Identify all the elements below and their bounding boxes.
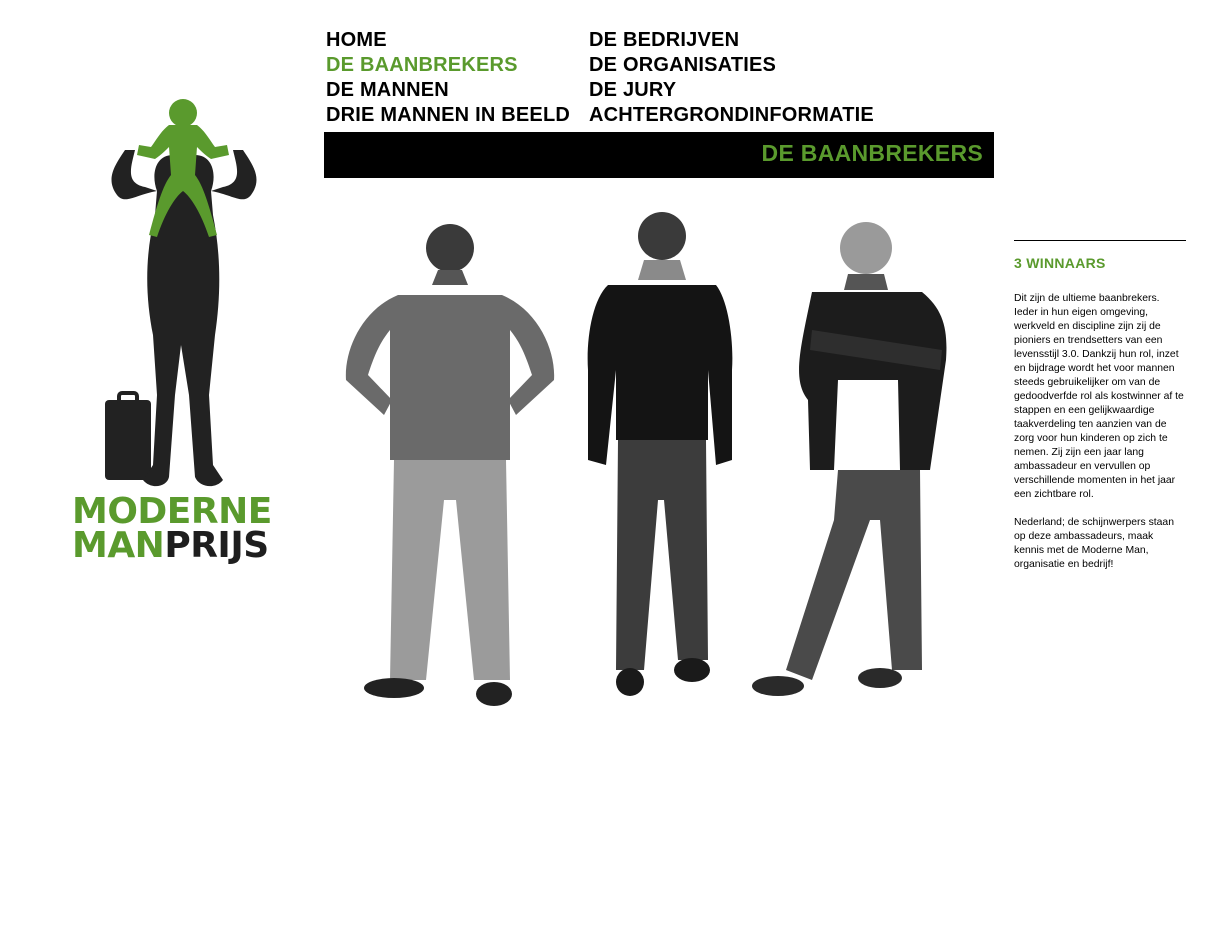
sidebar-paragraph-2: Nederland; de schijnwerpers staan op dez…: [1014, 517, 1174, 570]
nav-de-organisaties[interactable]: DE ORGANISATIES: [589, 53, 874, 78]
main-nav-column-1: HOME DE BAANBREKERS DE MANNEN DRIE MANNE…: [326, 28, 570, 128]
sidebar-paragraph-1: Dit zijn de ultieme baanbrekers. Ieder i…: [1014, 293, 1184, 500]
winners-photo: [330, 200, 970, 720]
logo-line1: MODERNE: [72, 491, 272, 532]
nav-drie-mannen-in-beeld[interactable]: DRIE MANNEN IN BEELD: [326, 103, 570, 128]
page-title: DE BAANBREKERS: [761, 140, 983, 166]
father-child-silhouette-icon: [105, 99, 257, 487]
person-photo-2: [587, 212, 733, 696]
logo-wordmark: MODERNE MANPRIJS: [72, 491, 272, 566]
nav-de-bedrijven[interactable]: DE BEDRIJVEN: [589, 28, 874, 53]
nav-achtergrondinformatie[interactable]: ACHTERGRONDINFORMATIE: [589, 103, 874, 128]
nav-de-mannen[interactable]: DE MANNEN: [326, 78, 570, 103]
logo-line2-prijs: PRIJS: [164, 525, 269, 566]
main-nav-column-2: DE BEDRIJVEN DE ORGANISATIES DE JURY ACH…: [589, 28, 874, 128]
nav-de-jury[interactable]: DE JURY: [589, 78, 874, 103]
logo-line2-man: MAN: [72, 525, 165, 566]
person-photo-3: [752, 222, 947, 696]
sidebar-divider: [1014, 240, 1186, 241]
sidebar-heading: 3 WINNAARS: [1014, 255, 1106, 271]
person-photo-1: [345, 224, 555, 706]
winners-sidebar: 3 WINNAARS Dit zijn de ultieme baanbreke…: [1014, 240, 1186, 572]
page-title-banner: DE BAANBREKERS: [324, 132, 994, 178]
moderne-man-prijs-logo[interactable]: MODERNE MANPRIJS: [60, 95, 300, 575]
nav-home[interactable]: HOME: [326, 28, 570, 53]
nav-de-baanbrekers[interactable]: DE BAANBREKERS: [326, 53, 570, 78]
